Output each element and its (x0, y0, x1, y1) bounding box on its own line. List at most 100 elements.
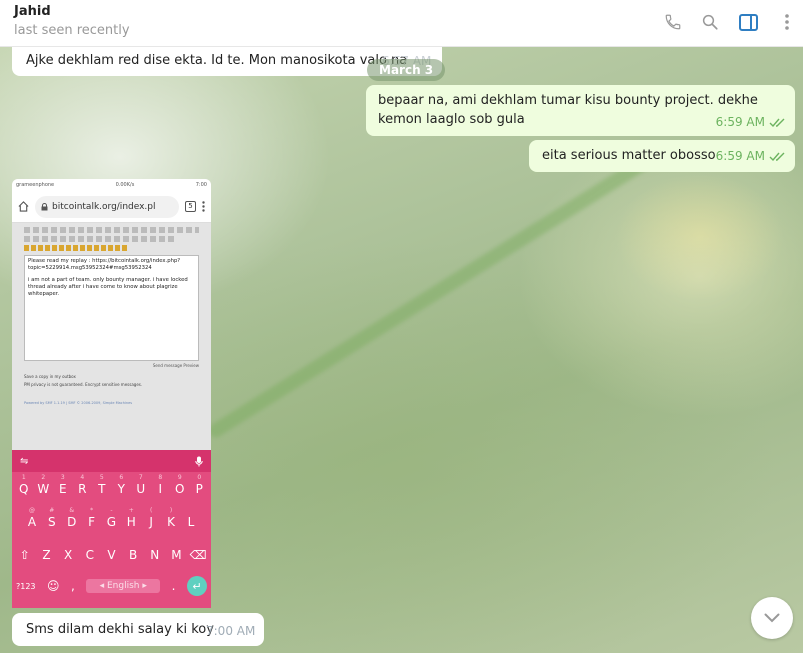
keyboard-key: 2W (34, 474, 52, 496)
backspace-key-icon: ⌫ (189, 547, 207, 562)
photo-checkbox-label: Save a copy in my outbox (24, 374, 76, 379)
keyboard-switch-icon: ⇋ (20, 455, 29, 467)
keyboard-key: C (85, 547, 94, 562)
photo-privacy-note: PM privacy is not guaranteed. Encrypt se… (24, 382, 143, 387)
key-hint: # (49, 506, 55, 514)
photo-clock: 7:00 (195, 182, 207, 188)
read-check-icon (769, 118, 785, 127)
message-incoming[interactable]: Sms dilam dekhi salay ki koy 7:00 AM (12, 613, 264, 646)
home-icon (18, 201, 29, 212)
editor-toolbar (24, 227, 199, 233)
chat-header: Jahid last seen recently (0, 0, 803, 47)
keyboard-key: X (64, 547, 73, 562)
keyboard-key: 1Q (15, 474, 33, 496)
message-outgoing[interactable]: bepaar na, ami dekhlam tumar kisu bounty… (366, 85, 795, 136)
key-hint: 3 (60, 473, 65, 481)
keyboard-bottom-row: ?123 ☺ , ◂ English ▸ . ↵ (12, 571, 211, 601)
symbols-key: ?123 (16, 581, 36, 591)
enter-key-icon: ↵ (186, 576, 207, 596)
reply-line: i am not a part of team. only bounty man… (28, 277, 188, 297)
key-hint: 2 (41, 473, 46, 481)
reply-textbox: Please read my replay : https://bitcoint… (24, 255, 199, 361)
search-icon[interactable] (699, 11, 721, 33)
period-key: . (171, 579, 176, 593)
photo-net-speed: 0.00K/s (115, 182, 135, 188)
lock-icon (41, 202, 48, 210)
message-time: 7:00 AM (206, 624, 256, 638)
key-hint: - (110, 506, 113, 514)
message-meta: 6:59 AM (716, 113, 787, 132)
photo-page: Please read my replay : https://bitcoint… (12, 223, 211, 453)
keyboard-key: 4R (73, 474, 91, 496)
shift-key-icon: ⇧ (19, 547, 30, 562)
editor-toolbar (24, 236, 174, 242)
keyboard-key: + H (122, 507, 140, 529)
keyboard-key: Z (42, 547, 51, 562)
key-hint: + (128, 506, 134, 514)
keyboard-key: L (187, 514, 195, 529)
message-meta: 6:59 AM (716, 147, 787, 166)
key-hint: & (69, 506, 75, 514)
chat-history[interactable]: Ajke dekhlam red dise ekta. Id te. Mon m… (0, 47, 803, 653)
browser-menu-icon (202, 201, 205, 212)
date-separator: March 3 (367, 59, 446, 81)
key-hint: 0 (197, 473, 202, 481)
key-hint: 1 (21, 473, 26, 481)
photo-carrier: grameenphone (16, 182, 55, 188)
key-hint: ( (150, 506, 153, 514)
photo-footer: Powered by SMF 1.1.19 | SMF © 2006-2009,… (24, 401, 133, 405)
key-hint: 9 (177, 473, 182, 481)
scroll-to-bottom-button[interactable] (751, 597, 793, 639)
peer-status: last seen recently (14, 23, 130, 38)
keyboard-key: 8I (151, 474, 169, 496)
message-outgoing[interactable]: eita serious matter obosso 6:59 AM (529, 140, 795, 172)
wallpaper-decoration (206, 152, 655, 440)
keyboard-key: & D (63, 507, 81, 529)
keyboard-key: M (171, 547, 182, 562)
keyboard-key: (J (142, 507, 160, 529)
key-hint: 5 (99, 473, 104, 481)
keyboard-key: 5T (93, 474, 111, 496)
key-hint: 4 (80, 473, 85, 481)
keyboard-key: B (128, 547, 138, 562)
photo-url-text: bitcointalk.org/index.pl (52, 201, 156, 212)
keyboard-key: 9O (171, 474, 189, 496)
photo-status-bar: grameenphone 0.00K/s 7:00 (12, 179, 211, 191)
keyboard-key: 3E (54, 474, 72, 496)
message-time: 6:59 AM (715, 115, 765, 129)
space-key-label: English (106, 581, 140, 591)
keyboard-key: ) K (162, 507, 180, 529)
keyboard-key: @ A (23, 507, 41, 529)
photo-message[interactable]: grameenphone 0.00K/s 7:00 bitcointalk.or… (12, 179, 211, 608)
message-text: Sms dilam dekhi salay ki koy (26, 622, 214, 637)
sidebar-toggle-icon[interactable] (737, 11, 759, 33)
keyboard-row: @ A # S & D * F - G + H(J) K L (12, 505, 211, 538)
more-vertical-icon[interactable] (776, 11, 798, 33)
keyboard-toolbar: ⇋ (12, 450, 211, 472)
keyboard-row: 1Q2W3E4R5T6Y7U8I9O0P (12, 472, 211, 505)
reply-line: Please read my replay : https://bitcoint… (28, 258, 181, 271)
photo-buttons: Send message Preview (152, 363, 199, 368)
message-text: Ajke dekhlam red dise ekta. Id te. Mon m… (26, 53, 408, 68)
comma-key: , (70, 579, 75, 593)
space-key: ◂ English ▸ (86, 579, 161, 593)
chevron-down-icon (764, 613, 780, 623)
tab-count: 5 (185, 201, 196, 212)
keyboard-key: 6Y (112, 474, 130, 496)
message-text: eita serious matter obosso (542, 148, 716, 163)
photo-url: bitcointalk.org/index.pl (35, 195, 179, 218)
keyboard-key: # S (43, 507, 61, 529)
peer-name[interactable]: Jahid (14, 4, 51, 19)
keyboard-key: 7U (132, 474, 150, 496)
read-check-icon (769, 152, 785, 161)
photo-keyboard: ⇋ 1Q2W3E4R5T6Y7U8I9O0P @ A # S & D * F - G + H(J) K L… (12, 450, 211, 608)
key-hint: 7 (138, 473, 143, 481)
phone-icon[interactable] (662, 11, 684, 33)
keyboard-key: 0P (190, 474, 208, 496)
keyboard-key: N (150, 547, 160, 562)
emoji-key-icon: ☺ (46, 579, 60, 593)
keyboard-key: -G (102, 507, 120, 529)
key-hint: ) (169, 506, 173, 514)
keyboard-key: * F (83, 507, 101, 529)
key-hint: 8 (158, 473, 163, 481)
